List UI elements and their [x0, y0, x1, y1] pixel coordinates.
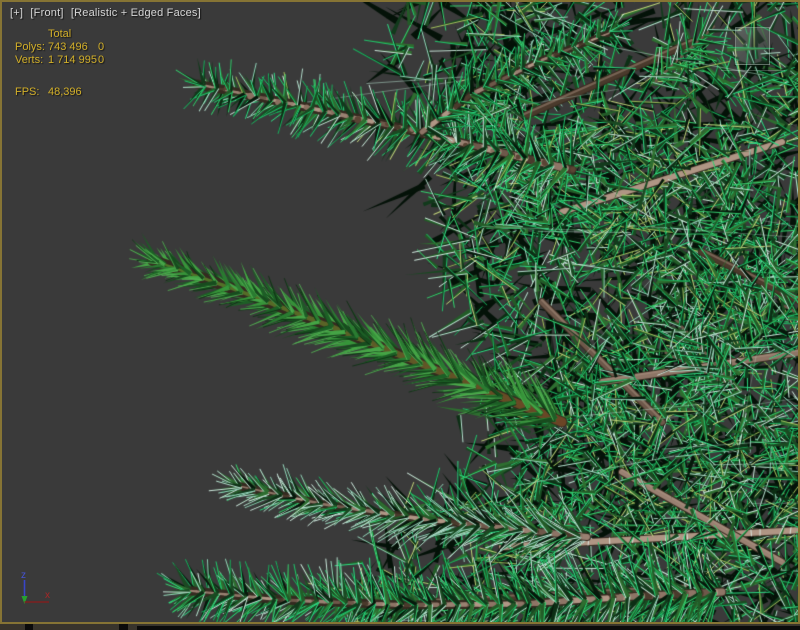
viewport-label: [+] [Front] [Realistic + Edged Faces]	[10, 7, 205, 19]
viewcube-icon[interactable]	[735, 27, 770, 65]
polys-extra: 0	[98, 41, 118, 54]
track-bar-edge	[0, 624, 800, 630]
viewport-frame: [+] [Front] [Realistic + Edged Faces] To…	[0, 0, 800, 630]
track-bar-tick	[119, 624, 128, 630]
verts-label: Verts:	[15, 54, 48, 67]
world-axis-gizmo: z x	[14, 564, 60, 612]
verts-value: 1 714 995	[48, 54, 98, 67]
polys-value: 743 496	[48, 41, 98, 54]
stats-polys-row: Polys: 743 496 0	[15, 41, 118, 54]
z-axis-label: z	[21, 570, 26, 581]
stats-verts-row: Verts: 1 714 995 0	[15, 54, 118, 67]
track-bar-tick	[25, 624, 33, 630]
viewport-general-menu[interactable]: [+]	[10, 7, 23, 19]
x-axis-label: x	[45, 590, 50, 601]
stats-fps-row: FPS: 48,396	[15, 86, 118, 99]
statistics-overlay: Total Polys: 743 496 0 Verts: 1 714 995 …	[15, 28, 118, 99]
track-bar-line	[137, 626, 800, 630]
polys-label: Polys:	[15, 41, 48, 54]
viewport-shading-menu[interactable]: [Realistic + Edged Faces]	[71, 7, 201, 19]
stats-header-row: Total	[15, 28, 118, 41]
verts-extra: 0	[98, 54, 118, 67]
stats-total-header: Total	[48, 28, 98, 41]
fps-value: 48,396	[48, 86, 98, 99]
fps-label: FPS:	[15, 86, 48, 99]
viewport-render-canvas[interactable]	[2, 2, 798, 622]
3d-viewport[interactable]: [+] [Front] [Realistic + Edged Faces] To…	[2, 2, 798, 622]
viewport-pov-menu[interactable]: [Front]	[30, 7, 63, 19]
